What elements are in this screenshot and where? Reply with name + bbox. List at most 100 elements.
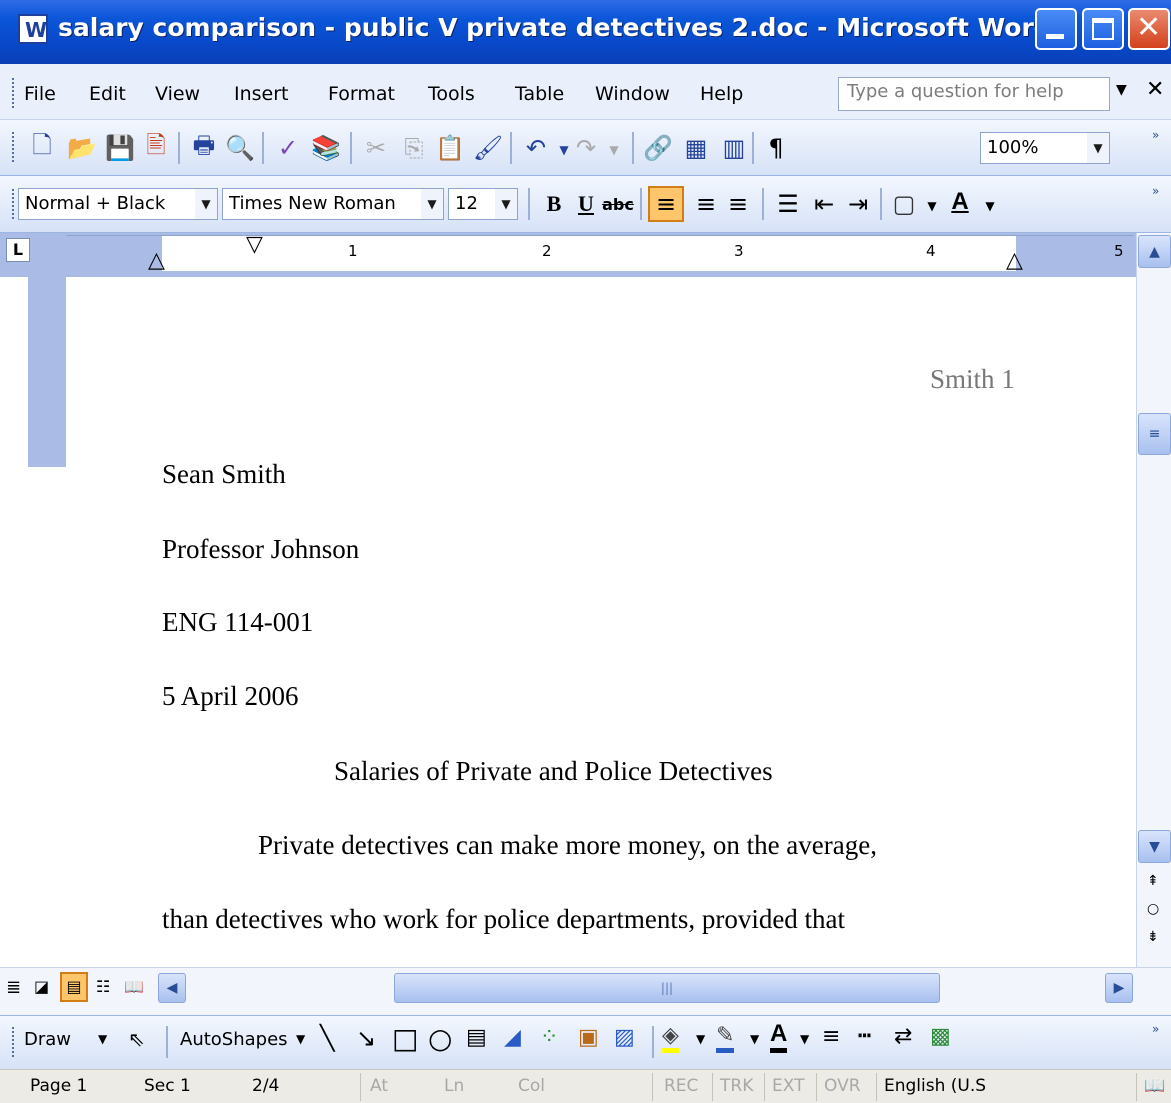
zoom-combo[interactable]: 100% ▼ <box>980 132 1110 164</box>
autoshapes-menu-button[interactable]: AutoShapes <box>180 1029 288 1050</box>
reading-layout-view-icon[interactable]: 📖 <box>124 977 144 996</box>
increase-indent-icon[interactable]: ⇥ <box>842 188 874 220</box>
status-rec[interactable]: REC <box>664 1076 698 1096</box>
arrow-icon[interactable]: ↘ <box>356 1024 376 1052</box>
line-icon[interactable]: ╲ <box>320 1024 334 1052</box>
arrow-style-icon[interactable]: ⇄ <box>894 1024 912 1049</box>
shadow-style-icon[interactable]: ▩ <box>930 1024 951 1049</box>
font-dropdown-icon[interactable]: ▼ <box>421 189 443 219</box>
open-icon[interactable]: 📂 <box>66 132 98 164</box>
status-ovr[interactable]: OVR <box>824 1076 861 1096</box>
spelling-status-icon[interactable]: 📖 <box>1144 1076 1165 1096</box>
bullets-icon[interactable]: ☰ <box>772 188 804 220</box>
menu-file[interactable]: File <box>24 83 56 105</box>
save-icon[interactable]: 💾 <box>104 132 136 164</box>
copy-icon[interactable]: ⎘ <box>398 132 430 164</box>
drawing-options-icon[interactable]: » <box>1152 1022 1159 1036</box>
redo-dropdown-icon[interactable]: ▼ <box>598 134 630 166</box>
show-hide-icon[interactable]: ¶ <box>760 132 792 164</box>
line-style-icon[interactable]: ≡ <box>822 1024 840 1049</box>
font-combo[interactable]: Times New Roman ▼ <box>222 188 444 220</box>
draw-menu-button[interactable]: Draw <box>24 1029 71 1050</box>
horizontal-scroll-thumb[interactable]: ||| <box>394 973 940 1003</box>
permission-icon[interactable]: 🖹 <box>140 131 172 164</box>
toolbar-grip[interactable] <box>12 132 16 162</box>
wordart-icon[interactable]: ◢ <box>504 1025 521 1050</box>
menu-view[interactable]: View <box>155 83 200 105</box>
close-document-icon[interactable]: ✕ <box>1146 77 1164 102</box>
align-left-button[interactable]: ≡ <box>648 186 684 222</box>
help-dropdown-icon[interactable]: ▼ <box>1116 82 1127 98</box>
menu-insert[interactable]: Insert <box>234 83 289 105</box>
menu-table[interactable]: Table <box>515 83 564 105</box>
font-size-dropdown-icon[interactable]: ▼ <box>495 189 517 219</box>
word-app-icon[interactable] <box>18 14 48 44</box>
normal-view-icon[interactable]: ≣ <box>6 977 21 998</box>
scroll-up-icon[interactable]: ▲ <box>1138 235 1171 268</box>
cut-icon[interactable]: ✂ <box>360 132 392 164</box>
select-objects-icon[interactable]: ⇖ <box>128 1027 145 1051</box>
right-indent-marker[interactable]: △ <box>1006 248 1023 273</box>
draw-font-color-dropdown-icon[interactable]: ▼ <box>800 1032 809 1046</box>
research-icon[interactable]: 📚 <box>310 132 342 164</box>
status-ext[interactable]: EXT <box>772 1076 804 1096</box>
dash-style-icon[interactable]: ┅ <box>858 1024 871 1049</box>
autoshapes-dropdown-icon[interactable]: ▼ <box>296 1032 305 1046</box>
print-icon[interactable]: 🖶 <box>188 131 220 164</box>
next-page-icon[interactable]: ⇟ <box>1147 929 1159 945</box>
select-browse-object-icon[interactable]: ○ <box>1147 901 1159 917</box>
hyperlink-icon[interactable]: 🔗 <box>642 132 674 164</box>
vertical-scrollbar[interactable]: ▲ ≡ ▼ ⇞ ○ ⇟ <box>1136 233 1171 967</box>
strikethrough-button[interactable]: abc <box>602 188 634 220</box>
style-dropdown-icon[interactable]: ▼ <box>195 189 217 219</box>
minimize-button[interactable] <box>1035 8 1077 50</box>
font-size-combo[interactable]: 12 ▼ <box>448 188 518 220</box>
formatting-options-icon[interactable]: » <box>1152 184 1159 198</box>
align-right-icon[interactable]: ≡ <box>722 188 754 220</box>
draw-dropdown-icon[interactable]: ▼ <box>98 1032 107 1046</box>
scroll-down-icon[interactable]: ▼ <box>1138 830 1171 863</box>
print-layout-view-button[interactable]: ▤ <box>60 972 88 1002</box>
new-document-icon[interactable]: 🗋 <box>26 131 58 164</box>
previous-page-icon[interactable]: ⇞ <box>1147 873 1159 889</box>
status-trk[interactable]: TRK <box>720 1076 753 1096</box>
menu-help[interactable]: Help <box>700 83 743 105</box>
diagram-icon[interactable]: ⁘ <box>540 1025 558 1050</box>
oval-icon[interactable]: ○ <box>428 1022 452 1055</box>
draw-font-color-icon[interactable]: A <box>770 1020 788 1053</box>
decrease-indent-icon[interactable]: ⇤ <box>808 188 840 220</box>
columns-icon[interactable]: ▥ <box>718 132 750 164</box>
spelling-icon[interactable]: ✓ <box>272 132 304 164</box>
style-combo[interactable]: Normal + Black ▼ <box>18 188 218 220</box>
vertical-scroll-thumb[interactable]: ≡ <box>1138 413 1171 455</box>
drawing-grip[interactable] <box>12 1027 16 1057</box>
help-search-input[interactable]: Type a question for help <box>838 77 1110 111</box>
scroll-right-icon[interactable]: ▶ <box>1105 973 1133 1003</box>
web-layout-view-icon[interactable]: ◪ <box>34 977 49 996</box>
line-color-icon[interactable]: ✎ <box>716 1023 735 1053</box>
menu-edit[interactable]: Edit <box>89 83 126 105</box>
clip-art-icon[interactable]: ▣ <box>578 1025 599 1050</box>
fill-color-icon[interactable]: ◈ <box>662 1023 679 1053</box>
menu-tools[interactable]: Tools <box>428 83 475 105</box>
horizontal-ruler[interactable]: 1 2 3 4 5 ▽ △ △ <box>66 232 1134 273</box>
formatting-grip[interactable] <box>12 189 16 219</box>
format-painter-icon[interactable]: 🖌 <box>472 132 504 164</box>
first-line-indent-marker[interactable]: ▽ <box>246 232 263 257</box>
line-color-dropdown-icon[interactable]: ▼ <box>750 1032 759 1046</box>
paste-icon[interactable]: 📋 <box>434 132 466 164</box>
scroll-left-icon[interactable]: ◀ <box>158 973 186 1003</box>
menu-window[interactable]: Window <box>595 83 670 105</box>
outline-view-icon[interactable]: ☷ <box>96 977 110 996</box>
align-center-icon[interactable]: ≡ <box>690 188 722 220</box>
bold-button[interactable]: B <box>538 188 570 220</box>
text-box-icon[interactable]: ▤ <box>466 1025 487 1050</box>
zoom-dropdown-icon[interactable]: ▼ <box>1087 133 1109 163</box>
print-preview-icon[interactable]: 🔍 <box>224 132 256 164</box>
fill-color-dropdown-icon[interactable]: ▼ <box>696 1032 705 1046</box>
menubar-grip[interactable] <box>12 78 16 108</box>
underline-button[interactable]: U <box>570 188 602 220</box>
tables-borders-icon[interactable]: ▦ <box>680 132 712 164</box>
maximize-button[interactable] <box>1082 8 1124 50</box>
hanging-indent-marker[interactable]: △ <box>148 248 165 273</box>
